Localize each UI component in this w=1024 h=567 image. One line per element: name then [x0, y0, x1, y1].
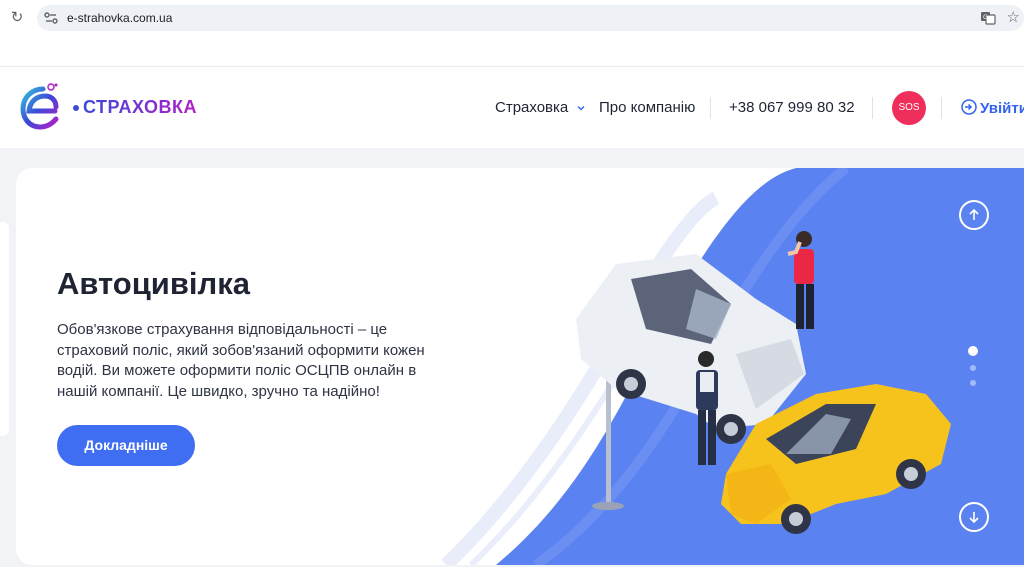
hero-description: Обов'язкове страхування відповідальності… — [57, 321, 425, 400]
nav-insurance-dropdown[interactable]: Страховка — [495, 99, 587, 116]
slider-up-button[interactable] — [959, 200, 989, 230]
site-header: СТРАХОВКА Страховка Про компанію +38 067… — [0, 66, 1024, 148]
slider-dot-1[interactable] — [968, 346, 978, 356]
reload-icon[interactable]: ↻ — [8, 9, 26, 27]
nav-divider — [941, 97, 942, 119]
slider-down-button[interactable] — [959, 502, 989, 532]
site-info-icon[interactable] — [43, 10, 59, 26]
chevron-down-icon — [577, 106, 585, 111]
slider-dot-2[interactable] — [970, 365, 976, 371]
address-bar[interactable]: e-strahovka.com.ua G ☆ — [37, 5, 1024, 31]
login-label: Увійти — [980, 100, 1024, 117]
nav-divider — [872, 97, 873, 119]
url-text[interactable]: e-strahovka.com.ua — [67, 11, 172, 25]
star-icon[interactable]: ☆ — [1007, 8, 1020, 26]
logo-e-icon — [20, 83, 59, 130]
nav-insurance-label: Страховка — [495, 99, 569, 116]
phone-link[interactable]: +38 067 999 80 32 — [729, 99, 855, 116]
logo[interactable]: СТРАХОВКА — [15, 81, 200, 137]
login-icon — [961, 99, 977, 115]
slider-dot-3[interactable] — [970, 380, 976, 386]
more-details-button[interactable]: Докладніше — [57, 425, 195, 466]
logo-text: СТРАХОВКА — [83, 97, 197, 117]
nav-divider — [710, 97, 711, 119]
login-button[interactable]: Увійти — [961, 99, 1024, 117]
hero-title: Автоцивілка — [57, 266, 250, 301]
car-accident-illustration — [576, 231, 951, 534]
logo-dot — [73, 105, 79, 111]
side-panel-edge — [0, 222, 9, 436]
arrow-down-icon — [969, 512, 979, 524]
browser-toolbar: ↻ e-strahovka.com.ua G ☆ — [0, 0, 1024, 36]
hero-slider: Автоцивілка Обов'язкове страхування відп… — [16, 168, 1024, 565]
sos-button[interactable]: SOS — [892, 91, 926, 125]
nav-about[interactable]: Про компанію — [599, 99, 695, 116]
svg-text:G: G — [983, 14, 988, 21]
arrow-up-icon — [969, 208, 979, 220]
translate-icon[interactable]: G — [980, 10, 996, 26]
